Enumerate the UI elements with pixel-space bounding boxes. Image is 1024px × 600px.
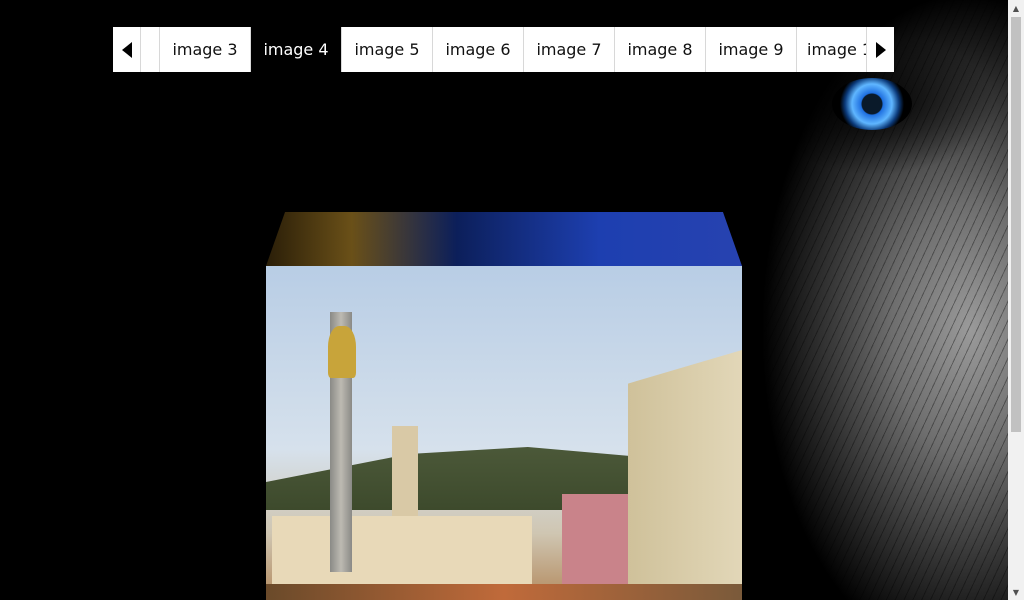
tab-image-8[interactable]: image 8 <box>615 27 706 72</box>
cube-front-face-image[interactable] <box>266 266 742 600</box>
tab-list: image 3 image 4 image 5 image 6 image 7 … <box>141 27 866 72</box>
tab-image-4[interactable]: image 4 <box>251 27 342 72</box>
tab-image-6[interactable]: image 6 <box>433 27 524 72</box>
tab-image-7[interactable]: image 7 <box>524 27 615 72</box>
tab-image-5[interactable]: image 5 <box>342 27 433 72</box>
scrollbar-thumb[interactable] <box>1011 17 1021 432</box>
triangle-left-icon <box>121 41 132 58</box>
image-tab-bar: image 3 image 4 image 5 image 6 image 7 … <box>113 27 894 72</box>
next-tab-button[interactable] <box>866 27 894 72</box>
photo-golden-statue <box>328 326 356 378</box>
photo-hotel-building <box>628 350 742 590</box>
photo-city-hall <box>272 516 532 586</box>
scroll-down-arrow-icon[interactable]: ▼ <box>1008 584 1024 600</box>
triangle-right-icon <box>875 41 886 58</box>
tab-image-3[interactable]: image 3 <box>160 27 251 72</box>
photo-street-lights <box>266 584 742 600</box>
tab-image-1[interactable]: image 1 <box>797 27 866 72</box>
cube-top-face-image <box>266 212 742 266</box>
previous-tab-button[interactable] <box>113 27 141 72</box>
scroll-up-arrow-icon[interactable]: ▲ <box>1008 0 1024 16</box>
blue-eye-detail <box>832 78 912 130</box>
vertical-scrollbar[interactable]: ▲ ▼ <box>1008 0 1024 600</box>
tab-image-9[interactable]: image 9 <box>706 27 797 72</box>
photo-clock-tower <box>392 426 418 516</box>
hidden-tab-edge <box>141 27 160 72</box>
photo-red-building <box>562 494 636 586</box>
